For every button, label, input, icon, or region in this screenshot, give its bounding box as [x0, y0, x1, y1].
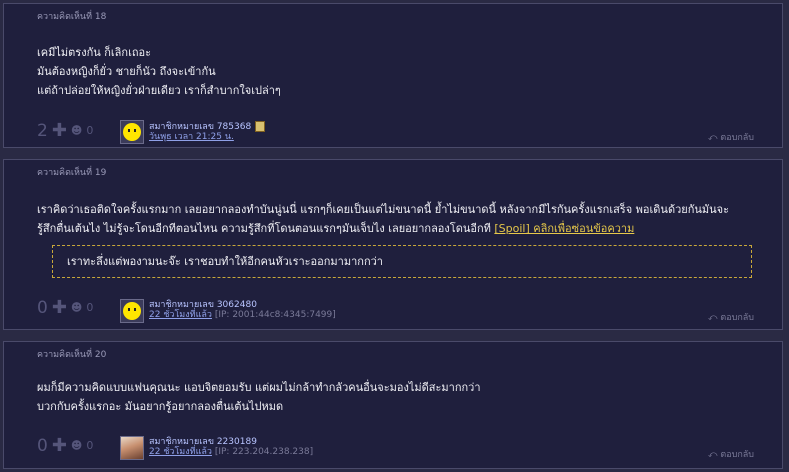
reply-label: ตอบกลับ — [720, 313, 754, 323]
comment-header: ความคิดเห็นที่ 20 — [37, 350, 107, 360]
spoiler-toggle-link[interactable]: [Spoil] คลิกเพื่อซ่อนข้อความ — [494, 222, 634, 235]
ip-address: [IP: 2001:44c8:4345:7499] — [214, 310, 336, 320]
reply-arrow-icon: ⤺ — [707, 313, 718, 323]
member-info: สมาชิกหมายเลข 2230189 22 ชั่วโมงที่แล้ว … — [149, 437, 313, 457]
emotion-count: 0 — [86, 124, 94, 137]
comment-line: เราคิดว่าเธอติดใจครั้งแรกมาก เลยอยากลองท… — [37, 203, 730, 216]
emotion-icon[interactable]: ☻ — [71, 439, 82, 452]
comment-line: มันต้องหญิงก็ยั่ว ชายก็นัว ถึงจะเข้ากัน — [37, 65, 216, 78]
vote-count: 2 — [37, 120, 48, 141]
emotion-count: 0 — [86, 439, 94, 452]
post-time[interactable]: 22 ชั่วโมงที่แล้ว — [149, 447, 212, 457]
emotion-count: 0 — [86, 301, 94, 314]
vote-count: 0 — [37, 435, 48, 456]
post-time[interactable]: วันพุธ เวลา 21:25 น. — [149, 132, 234, 142]
reply-arrow-icon: ⤺ — [707, 450, 718, 460]
member-info: สมาชิกหมายเลข 785368 วันพุธ เวลา 21:25 น… — [149, 121, 266, 142]
vote-count: 0 — [37, 297, 48, 318]
plus-icon[interactable]: ✚ — [52, 297, 67, 318]
comment-line: รู้สึกตื่นเต้นไง ไม่รู้จะโดนอีกทีตอนไหน … — [37, 222, 491, 235]
comment-header: ความคิดเห็นที่ 19 — [37, 168, 107, 178]
post-time[interactable]: 22 ชั่วโมงที่แล้ว — [149, 310, 212, 320]
comment-body: เราคิดว่าเธอติดใจครั้งแรกมาก เลยอยากลองท… — [37, 200, 729, 238]
comment-body: ผมก็มีความคิดแบบแฟนคุณนะ แอบจิตยอมรับ แต… — [37, 378, 481, 416]
reply-button[interactable]: ⤺ ตอบกลับ — [708, 310, 754, 324]
avatar[interactable] — [120, 299, 144, 323]
comment-header: ความคิดเห็นที่ 18 — [37, 12, 107, 22]
comment-line: ผมก็มีความคิดแบบแฟนคุณนะ แอบจิตยอมรับ แต… — [37, 381, 481, 394]
emotion-icon[interactable]: ☻ — [71, 124, 82, 137]
user-photo-icon — [121, 437, 143, 459]
reply-label: ตอบกลับ — [720, 133, 754, 143]
comment-18: ความคิดเห็นที่ 18 เคมีไม่ตรงกัน ก็เลิกเถ… — [3, 3, 783, 148]
comment-line: บวกกับครั้งแรกอะ มันอยากรู้อยากลองตื่นเต… — [37, 400, 284, 413]
comment-body: เคมีไม่ตรงกัน ก็เลิกเถอะ มันต้องหญิงก็ยั… — [37, 43, 281, 100]
reply-label: ตอบกลับ — [720, 450, 754, 460]
smiley-icon — [123, 123, 141, 141]
comment-line: เคมีไม่ตรงกัน ก็เลิกเถอะ — [37, 46, 152, 59]
member-name[interactable]: สมาชิกหมายเลข 2230189 — [149, 437, 257, 447]
comment-19: ความคิดเห็นที่ 19 เราคิดว่าเธอติดใจครั้ง… — [3, 159, 783, 330]
comment-20: ความคิดเห็นที่ 20 ผมก็มีความคิดแบบแฟนคุณ… — [3, 341, 783, 469]
badge-icon — [255, 121, 266, 132]
member-name[interactable]: สมาชิกหมายเลข 3062480 — [149, 300, 257, 310]
member-info: สมาชิกหมายเลข 3062480 22 ชั่วโมงที่แล้ว … — [149, 300, 336, 320]
spoiler-content: เราทะลึ่งแต่พองามนะจ๊ะ เราชอบทำให้อีกคนห… — [52, 245, 752, 278]
vote-area: 2 ✚ ☻ 0 — [37, 120, 93, 141]
vote-area: 0 ✚ ☻ 0 — [37, 297, 93, 318]
member-name[interactable]: สมาชิกหมายเลข 785368 — [149, 122, 251, 132]
reply-button[interactable]: ⤺ ตอบกลับ — [708, 130, 754, 144]
avatar[interactable] — [120, 120, 144, 144]
avatar[interactable] — [120, 436, 144, 460]
comment-line: แต่ถ้าปล่อยให้หญิงยั่วฝ่ายเดียว เราก็สำบ… — [37, 84, 281, 97]
vote-area: 0 ✚ ☻ 0 — [37, 435, 93, 456]
smiley-icon — [123, 302, 141, 320]
reply-button[interactable]: ⤺ ตอบกลับ — [708, 447, 754, 461]
plus-icon[interactable]: ✚ — [52, 435, 67, 456]
ip-address: [IP: 223.204.238.238] — [214, 447, 314, 457]
emotion-icon[interactable]: ☻ — [71, 301, 82, 314]
reply-arrow-icon: ⤺ — [707, 133, 718, 143]
plus-icon[interactable]: ✚ — [52, 120, 67, 141]
